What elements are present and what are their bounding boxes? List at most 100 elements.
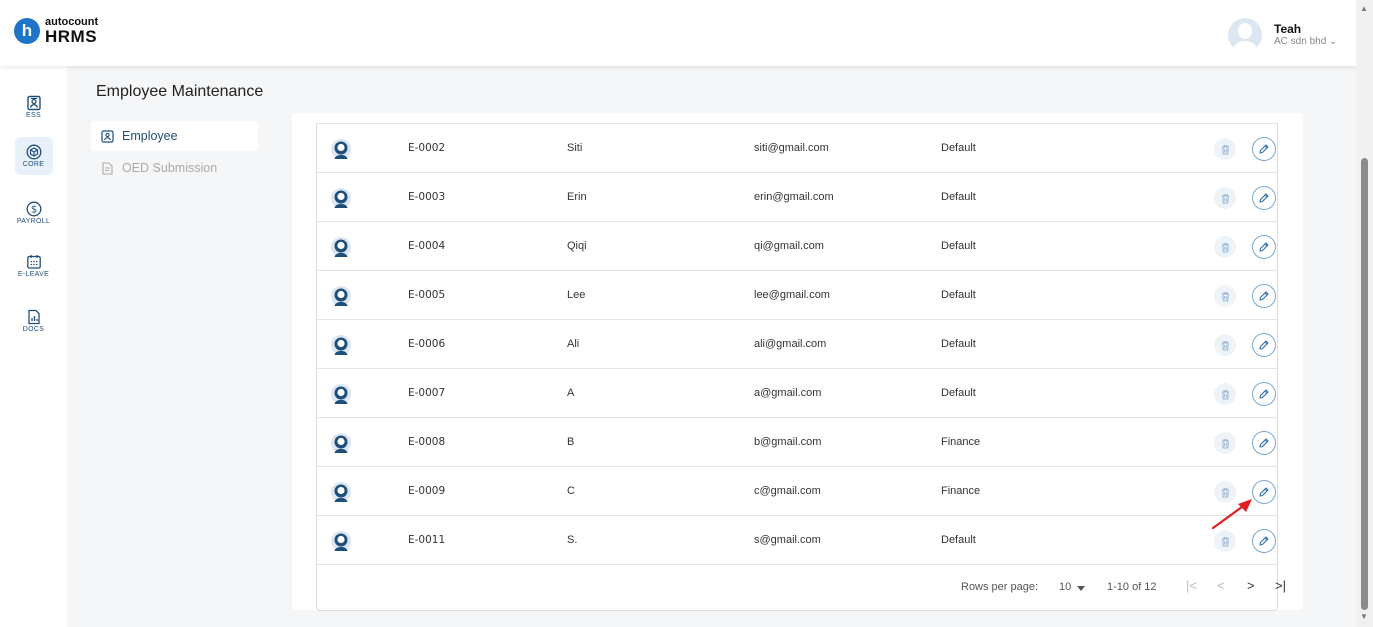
rail-label: E-LEAVE	[17, 271, 50, 278]
employee-email: b@gmail.com	[754, 436, 822, 448]
employee-department: Default	[941, 142, 976, 154]
logo-text: autocount HRMS	[45, 17, 98, 46]
employee-avatar-icon	[331, 482, 351, 502]
first-page-button[interactable]: |<	[1186, 578, 1197, 593]
employee-email: siti@gmail.com	[754, 142, 829, 154]
pencil-icon	[1259, 291, 1269, 301]
trash-icon	[1221, 242, 1229, 253]
edit-button[interactable]	[1252, 382, 1276, 406]
submission-icon	[102, 161, 113, 175]
user-menu[interactable]: Teah AC sdn bhd ⌄	[1228, 18, 1337, 52]
table-row[interactable]: E-0005 Lee lee@gmail.com Default	[317, 270, 1277, 319]
employee-id: E-0003	[408, 191, 446, 203]
employee-id: E-0008	[408, 436, 446, 448]
submenu-item-employee[interactable]: Employee	[91, 121, 258, 151]
svg-text:$: $	[30, 205, 36, 216]
employee-email: ali@gmail.com	[754, 338, 827, 350]
delete-button[interactable]	[1214, 236, 1236, 258]
edit-button[interactable]	[1252, 333, 1276, 357]
employee-name: B	[567, 436, 575, 448]
last-page-button[interactable]: >|	[1275, 578, 1286, 593]
pencil-icon	[1259, 242, 1269, 252]
employee-department: Finance	[941, 485, 981, 497]
employee-avatar-icon	[331, 384, 351, 404]
rail-item-ess[interactable]: ESS	[0, 88, 67, 126]
edit-button[interactable]	[1252, 529, 1276, 553]
employee-id: E-0011	[408, 534, 446, 546]
trash-icon	[1221, 438, 1229, 449]
company-selector[interactable]: AC sdn bhd ⌄	[1274, 36, 1337, 48]
employee-panel: E-0002 Siti siti@gmail.com Default E-0003 Eri…	[292, 113, 1303, 611]
edit-button[interactable]	[1252, 186, 1276, 210]
user-info: Teah AC sdn bhd ⌄	[1274, 22, 1337, 48]
pencil-icon	[1259, 487, 1269, 497]
employee-name: Lee	[567, 289, 586, 301]
employee-email: lee@gmail.com	[754, 289, 830, 301]
table-row[interactable]: E-0003 Erin erin@gmail.com Default	[317, 172, 1277, 221]
employee-id: E-0009	[408, 485, 446, 497]
delete-button[interactable]	[1214, 530, 1236, 552]
employee-id: E-0002	[408, 142, 446, 154]
employee-name: Erin	[567, 191, 587, 203]
delete-button[interactable]	[1214, 334, 1236, 356]
table-row[interactable]: E-0002 Siti siti@gmail.com Default	[317, 123, 1277, 172]
pencil-icon	[1259, 144, 1269, 154]
trash-icon	[1221, 340, 1229, 351]
app-logo[interactable]: h autocount HRMS	[14, 17, 98, 45]
table-row[interactable]: E-0006 Ali ali@gmail.com Default	[317, 319, 1277, 368]
page-range: 1-10 of 12	[1107, 581, 1157, 593]
pencil-icon	[1259, 438, 1269, 448]
delete-button[interactable]	[1214, 383, 1236, 405]
logo-wordmark: HRMS	[45, 27, 98, 46]
rows-per-page-label: Rows per page:	[961, 581, 1039, 593]
employee-icon	[101, 129, 114, 143]
submenu-label: OED Submission	[122, 161, 218, 175]
rail-label: CORE	[22, 161, 45, 168]
edit-button[interactable]	[1252, 235, 1276, 259]
delete-button[interactable]	[1214, 187, 1236, 209]
employee-avatar-icon	[331, 531, 351, 551]
docs-icon	[27, 309, 40, 325]
logo-mark: h	[14, 18, 40, 44]
chevron-down-icon[interactable]	[1077, 586, 1085, 591]
scroll-down-icon[interactable]: ▼	[1360, 612, 1368, 621]
employee-name: Qiqi	[567, 240, 587, 252]
table-row[interactable]: E-0004 Qiqi qi@gmail.com Default	[317, 221, 1277, 270]
employee-avatar-icon	[331, 237, 351, 257]
employee-name: Siti	[567, 142, 583, 154]
table-row[interactable]: E-0008 Bb@gmail.com Finance	[317, 417, 1277, 466]
next-page-button[interactable]: >	[1247, 578, 1255, 593]
rows-per-page-select[interactable]: 10	[1059, 581, 1071, 593]
scroll-up-icon[interactable]: ▲	[1360, 4, 1368, 13]
table-row[interactable]: E-0007 Aa@gmail.com Default	[317, 368, 1277, 417]
rail-item-e-leave[interactable]: E-LEAVE	[0, 247, 67, 285]
rail-item-payroll[interactable]: $ PAYROLL	[0, 194, 67, 232]
rail-item-docs[interactable]: DOCS	[0, 302, 67, 340]
submenu-item-oed-submission[interactable]: OED Submission	[91, 153, 258, 183]
trash-icon	[1221, 536, 1229, 547]
table-row[interactable]: E-0009 Cc@gmail.com Finance	[317, 466, 1277, 515]
cube-icon	[26, 144, 41, 160]
rail-label: ESS	[26, 112, 41, 119]
employee-department: Default	[941, 240, 976, 252]
employee-avatar-icon	[331, 139, 351, 159]
table-row[interactable]: E-0011 S. s@gmail.com Default	[317, 515, 1277, 564]
previous-page-button[interactable]: <	[1217, 578, 1225, 593]
employee-department: Finance	[941, 436, 981, 448]
edit-button[interactable]	[1252, 431, 1276, 455]
trash-icon	[1221, 291, 1229, 302]
employee-id: E-0006	[408, 338, 446, 350]
delete-button[interactable]	[1214, 432, 1236, 454]
employee-id: E-0007	[408, 387, 446, 399]
delete-button[interactable]	[1214, 138, 1236, 160]
vertical-scrollbar[interactable]: ▲ ▼	[1356, 0, 1373, 627]
page-title: Employee Maintenance	[96, 83, 264, 100]
employee-email: s@gmail.com	[754, 534, 821, 546]
dollar-icon: $	[26, 201, 41, 217]
rail-item-core[interactable]: CORE	[0, 137, 67, 175]
delete-button[interactable]	[1214, 285, 1236, 307]
edit-button[interactable]	[1252, 284, 1276, 308]
employee-avatar-icon	[331, 188, 351, 208]
edit-button[interactable]	[1252, 137, 1276, 161]
scroll-thumb[interactable]	[1361, 158, 1368, 610]
